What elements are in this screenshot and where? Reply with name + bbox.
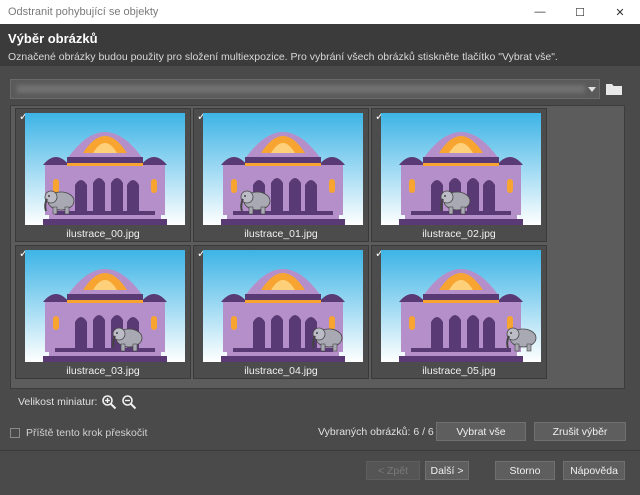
image-tile[interactable]: ✓ ilustrace_03.jpg bbox=[15, 245, 191, 379]
folder-icon[interactable] bbox=[605, 80, 623, 98]
image-tile[interactable]: ✓ ilustrace_00.jpg bbox=[15, 108, 191, 242]
dialog-header: Výběr obrázků Označené obrázky budou pou… bbox=[0, 24, 640, 66]
minimize-button[interactable]: — bbox=[520, 0, 560, 24]
thumbnail-size-label: Velikost miniatur: bbox=[18, 396, 98, 408]
next-button[interactable]: Další > bbox=[425, 461, 469, 480]
footer-divider bbox=[0, 450, 640, 451]
selection-count: Vybraných obrázků: 6 / 6 bbox=[318, 426, 434, 438]
image-thumbnail[interactable] bbox=[25, 250, 185, 362]
image-tile[interactable]: ✓ ilustrace_04.jpg bbox=[193, 245, 369, 379]
image-filename: ilustrace_02.jpg bbox=[422, 228, 496, 240]
page-title: Výběr obrázků bbox=[8, 31, 98, 46]
path-text-blurred bbox=[17, 85, 585, 93]
path-combobox[interactable] bbox=[10, 79, 600, 99]
help-button[interactable]: Nápověda bbox=[563, 461, 625, 480]
image-thumbnail[interactable] bbox=[203, 250, 363, 362]
thumbnail-size-row: Velikost miniatur: bbox=[10, 392, 625, 412]
skip-step-label: Příště tento krok přeskočit bbox=[26, 427, 148, 439]
zoom-in-icon[interactable] bbox=[101, 394, 117, 410]
image-tile[interactable]: ✓ ilustrace_01.jpg bbox=[193, 108, 369, 242]
image-tile[interactable]: ✓ ilustrace_05.jpg bbox=[371, 245, 547, 379]
image-thumbnail[interactable] bbox=[25, 113, 185, 225]
image-thumbnail[interactable] bbox=[381, 113, 541, 225]
skip-step-checkbox[interactable] bbox=[10, 428, 20, 438]
image-filename: ilustrace_01.jpg bbox=[244, 228, 318, 240]
skip-step-row[interactable]: Příště tento krok přeskočit bbox=[10, 427, 147, 439]
image-thumbnail[interactable] bbox=[381, 250, 541, 362]
image-gallery: ✓ ilustrace_00.jpg ✓ ilustrace_01.jpg ✓ ilust… bbox=[10, 105, 625, 389]
image-tile[interactable]: ✓ ilustrace_02.jpg bbox=[371, 108, 547, 242]
page-description: Označené obrázky budou použity pro slože… bbox=[8, 51, 558, 63]
zoom-out-icon[interactable] bbox=[121, 394, 137, 410]
close-button[interactable]: ✕ bbox=[600, 0, 640, 24]
image-filename: ilustrace_03.jpg bbox=[66, 365, 140, 377]
title-bar: Odstranit pohybující se objekty — ☐ ✕ bbox=[0, 0, 640, 24]
cancel-button[interactable]: Storno bbox=[495, 461, 555, 480]
chevron-down-icon[interactable] bbox=[585, 80, 599, 98]
image-filename: ilustrace_00.jpg bbox=[66, 228, 140, 240]
back-button[interactable]: < Zpět bbox=[366, 461, 420, 480]
maximize-button[interactable]: ☐ bbox=[560, 0, 600, 24]
select-all-button[interactable]: Vybrat vše bbox=[436, 422, 526, 441]
clear-selection-button[interactable]: Zrušit výběr bbox=[534, 422, 626, 441]
image-filename: ilustrace_05.jpg bbox=[422, 365, 496, 377]
image-thumbnail[interactable] bbox=[203, 113, 363, 225]
window-title: Odstranit pohybující se objekty bbox=[8, 6, 159, 18]
image-filename: ilustrace_04.jpg bbox=[244, 365, 318, 377]
